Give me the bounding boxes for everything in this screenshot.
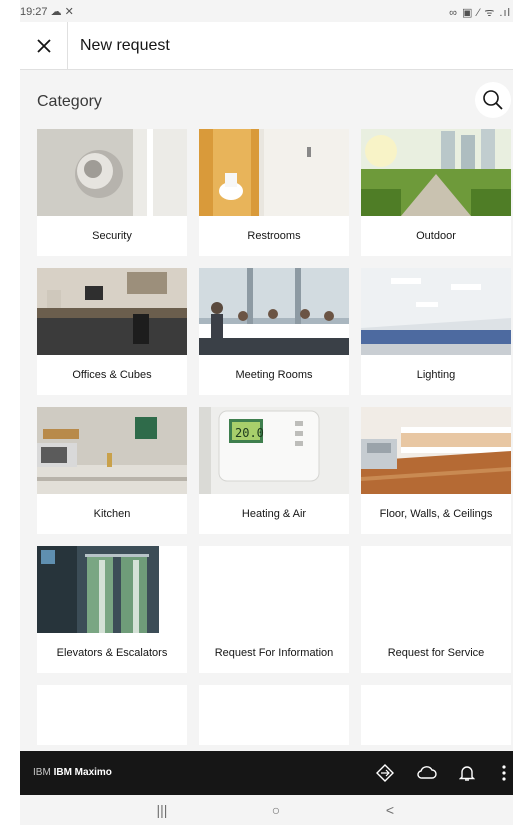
search-button[interactable]	[475, 82, 511, 118]
tile-label: Offices & Cubes	[72, 368, 152, 381]
navigation-icon	[376, 764, 394, 782]
page-title: New request	[80, 37, 170, 54]
tile-label: Elevators & Escalators	[56, 646, 168, 659]
tile-security[interactable]: Security	[37, 129, 187, 256]
cloud-icon	[417, 766, 437, 779]
tile-label: Lighting	[416, 368, 456, 381]
section-title: Category	[37, 93, 102, 110]
tile-label: Outdoor	[416, 229, 456, 242]
lighting-image	[361, 268, 511, 355]
kitchen-image	[37, 407, 187, 494]
back-icon: <	[385, 802, 395, 818]
recent-apps-button[interactable]: |||	[142, 799, 182, 821]
app-frame: 19:27 ☁ ✕ ∞ ▣ ⁄ ᯤ .ıl New request Catego…	[20, 0, 513, 825]
tile-row5-1[interactable]	[37, 685, 187, 745]
status-indicators: ∞ ▣ ⁄ ᯤ .ıl	[449, 7, 511, 19]
tile-meeting-rooms[interactable]: Meeting Rooms	[199, 268, 349, 395]
home-button[interactable]: ○	[256, 799, 296, 821]
back-button[interactable]: <	[370, 799, 410, 821]
tile-floor-walls-ceilings[interactable]: Floor, Walls, & Ceilings	[361, 407, 511, 534]
navigation-button[interactable]	[373, 761, 397, 785]
svg-text:20.0: 20.0	[235, 426, 264, 440]
recent-apps-icon: |||	[156, 802, 168, 818]
floor-walls-image	[361, 407, 511, 494]
tile-heating-air[interactable]: 20.0 Heating & Air	[199, 407, 349, 534]
app-header: New request	[20, 22, 513, 70]
system-nav-bar: ||| ○ <	[20, 795, 513, 825]
tile-request-for-service[interactable]: Request for Service	[361, 546, 511, 673]
close-icon	[36, 39, 51, 53]
notifications-button[interactable]	[455, 761, 479, 785]
brand: IBM IBM Maximo	[33, 767, 112, 778]
tile-offices-cubes[interactable]: Offices & Cubes	[37, 268, 187, 395]
tile-restrooms[interactable]: Restrooms	[199, 129, 349, 256]
tile-elevators-escalators[interactable]: Elevators & Escalators	[37, 546, 187, 673]
tile-request-for-information[interactable]: Request For Information	[199, 546, 349, 673]
tile-label: Restrooms	[247, 229, 301, 242]
restrooms-image	[199, 129, 349, 216]
offices-image	[37, 268, 187, 355]
search-icon	[483, 90, 503, 110]
tile-label: Kitchen	[93, 507, 131, 520]
brand-prefix: IBM	[33, 767, 51, 778]
meeting-rooms-image	[199, 268, 349, 355]
tile-label: Meeting Rooms	[235, 368, 313, 381]
security-image	[37, 129, 187, 216]
tile-kitchen[interactable]: Kitchen	[37, 407, 187, 534]
tile-row5-2[interactable]	[199, 685, 349, 745]
tile-label: Request For Information	[214, 646, 334, 659]
tile-row5-3[interactable]	[361, 685, 511, 745]
sync-button[interactable]	[415, 761, 439, 785]
home-icon: ○	[271, 802, 281, 818]
elevators-image	[37, 546, 187, 633]
more-button[interactable]	[494, 761, 513, 785]
more-icon	[501, 765, 506, 781]
close-button[interactable]	[20, 22, 68, 70]
tile-label: Request for Service	[387, 646, 485, 659]
tile-outdoor[interactable]: Outdoor	[361, 129, 511, 256]
status-bar: 19:27 ☁ ✕ ∞ ▣ ⁄ ᯤ .ıl	[20, 0, 513, 22]
tile-label: Floor, Walls, & Ceilings	[379, 507, 493, 520]
tile-label: Security	[92, 229, 132, 242]
outdoor-image	[361, 129, 511, 216]
tile-label: Heating & Air	[241, 507, 307, 520]
app-bar: IBM IBM Maximo	[20, 751, 513, 795]
tile-lighting[interactable]: Lighting	[361, 268, 511, 395]
brand-name: IBM Maximo	[53, 767, 112, 778]
heating-air-image: 20.0	[199, 407, 349, 494]
status-time: 19:27 ☁ ✕	[20, 6, 74, 18]
bell-icon	[459, 766, 475, 781]
